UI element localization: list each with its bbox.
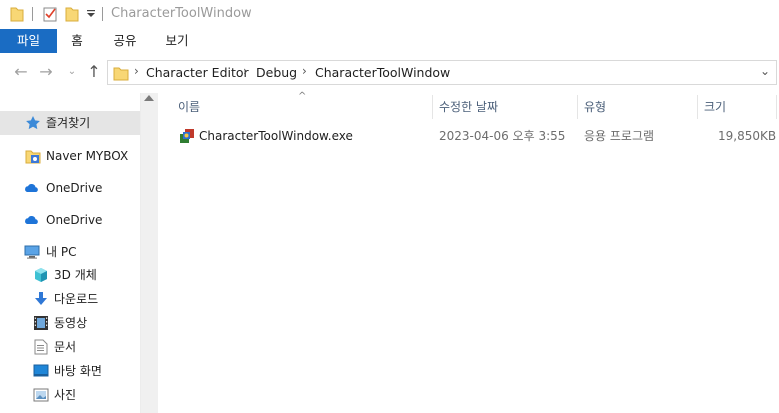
nav-item-onedrive[interactable]: OneDrive [0, 208, 140, 232]
pc-icon [24, 245, 40, 259]
address-bar[interactable]: › Character Editor › Debug › CharacterTo… [107, 60, 777, 85]
new-folder-icon[interactable] [65, 6, 79, 22]
nav-item-label: 3D 개체 [54, 268, 97, 282]
nav-item-label: 즐겨찾기 [46, 116, 91, 130]
column-header-size[interactable]: 크기 [704, 93, 726, 121]
column-header-type[interactable]: 유형 [584, 93, 606, 121]
tab-view[interactable]: 보기 [157, 29, 197, 53]
file-type: 응용 프로그램 [584, 129, 655, 143]
nav-item-this-pc[interactable]: 내 PC [0, 240, 140, 264]
exe-icon [180, 129, 194, 143]
nav-item-downloads[interactable]: 다운로드 [0, 287, 140, 311]
breadcrumb-chevron-icon[interactable]: › [243, 64, 248, 78]
nav-item-documents[interactable]: 문서 [0, 335, 140, 359]
nav-item-label: OneDrive [46, 181, 103, 195]
up-arrow-icon[interactable]: ↑ [85, 63, 103, 81]
breadcrumb-chevron-icon[interactable]: › [302, 64, 307, 78]
nav-item-label: 다운로드 [54, 292, 99, 306]
pictures-icon [33, 388, 49, 402]
column-divider[interactable] [697, 95, 698, 119]
nav-item-label: OneDrive [46, 213, 103, 227]
breadcrumb-charactertoolwindow[interactable]: CharacterToolWindow [315, 65, 450, 80]
title-separator [102, 7, 103, 21]
onedrive-icon [25, 215, 38, 224]
nav-item-label: 내 PC [46, 245, 77, 259]
customize-dropdown-icon[interactable] [86, 9, 96, 19]
window-title: CharacterToolWindow [111, 6, 252, 21]
nav-item-naver-mybox[interactable]: Naver MYBOX [0, 144, 140, 168]
navigation-pane: 즐겨찾기 Naver MYBOX OneDrive OneDrive 내 PC [0, 93, 157, 413]
tab-home[interactable]: 홈 [60, 29, 94, 53]
folder-icon [10, 7, 24, 22]
nav-item-quick-access[interactable]: 즐겨찾기 [0, 111, 140, 135]
nav-item-pictures[interactable]: 사진 [0, 383, 140, 407]
properties-icon[interactable] [43, 6, 57, 22]
sort-ascending-icon: ^ [298, 91, 307, 102]
navigation-bar: ← → ⌄ ↑ › Character Editor › Debug › Cha… [0, 53, 779, 93]
file-row[interactable]: CharacterToolWindow.exe 2023-04-06 오후 3:… [170, 124, 777, 148]
desktop-icon [33, 364, 49, 377]
breadcrumb-character-editor[interactable]: Character Editor [146, 65, 249, 80]
navigation-pane-scrollbar[interactable] [140, 93, 158, 413]
nav-item-label: 문서 [54, 340, 77, 354]
3d-objects-icon [35, 268, 47, 282]
ribbon-tabs: 파일 홈 공유 보기 [0, 29, 779, 54]
nav-item-videos[interactable]: 동영상 [0, 311, 140, 335]
document-icon [34, 339, 48, 355]
nav-item-label: 사진 [54, 388, 77, 402]
tab-share[interactable]: 공유 [103, 29, 147, 53]
column-divider[interactable] [577, 95, 578, 119]
tab-file[interactable]: 파일 [0, 29, 57, 53]
file-modified: 2023-04-06 오후 3:55 [439, 129, 566, 143]
breadcrumb-chevron-icon[interactable]: › [134, 64, 139, 78]
onedrive-icon [25, 183, 38, 192]
back-arrow-icon[interactable]: ← [12, 63, 30, 81]
file-name: CharacterToolWindow.exe [199, 129, 353, 143]
nav-item-3d-objects[interactable]: 3D 개체 [0, 263, 140, 287]
nav-item-label: 바탕 화면 [54, 364, 102, 378]
title-separator [32, 7, 33, 21]
breadcrumb-debug[interactable]: Debug [256, 65, 297, 80]
star-icon [26, 116, 40, 130]
file-size: 19,850KB [718, 129, 777, 143]
folder-icon [113, 67, 129, 81]
column-header-name[interactable]: 이름 [178, 93, 200, 121]
title-bar: CharacterToolWindow [0, 0, 779, 29]
nav-item-desktop[interactable]: 바탕 화면 [0, 359, 140, 383]
nav-item-label: Naver MYBOX [46, 149, 129, 163]
column-header-modified[interactable]: 수정한 날짜 [439, 93, 498, 121]
address-dropdown-icon[interactable]: ⌄ [760, 64, 770, 78]
nav-item-onedrive[interactable]: OneDrive [0, 176, 140, 200]
column-divider[interactable] [776, 95, 777, 119]
recent-locations-chevron-icon[interactable]: ⌄ [63, 63, 81, 81]
scroll-up-arrow-icon[interactable] [144, 95, 154, 101]
forward-arrow-icon[interactable]: → [37, 63, 55, 81]
column-divider[interactable] [432, 95, 433, 119]
nav-item-label: 동영상 [54, 316, 88, 330]
download-icon [35, 292, 47, 305]
video-icon [34, 316, 48, 330]
mybox-icon [25, 150, 41, 164]
